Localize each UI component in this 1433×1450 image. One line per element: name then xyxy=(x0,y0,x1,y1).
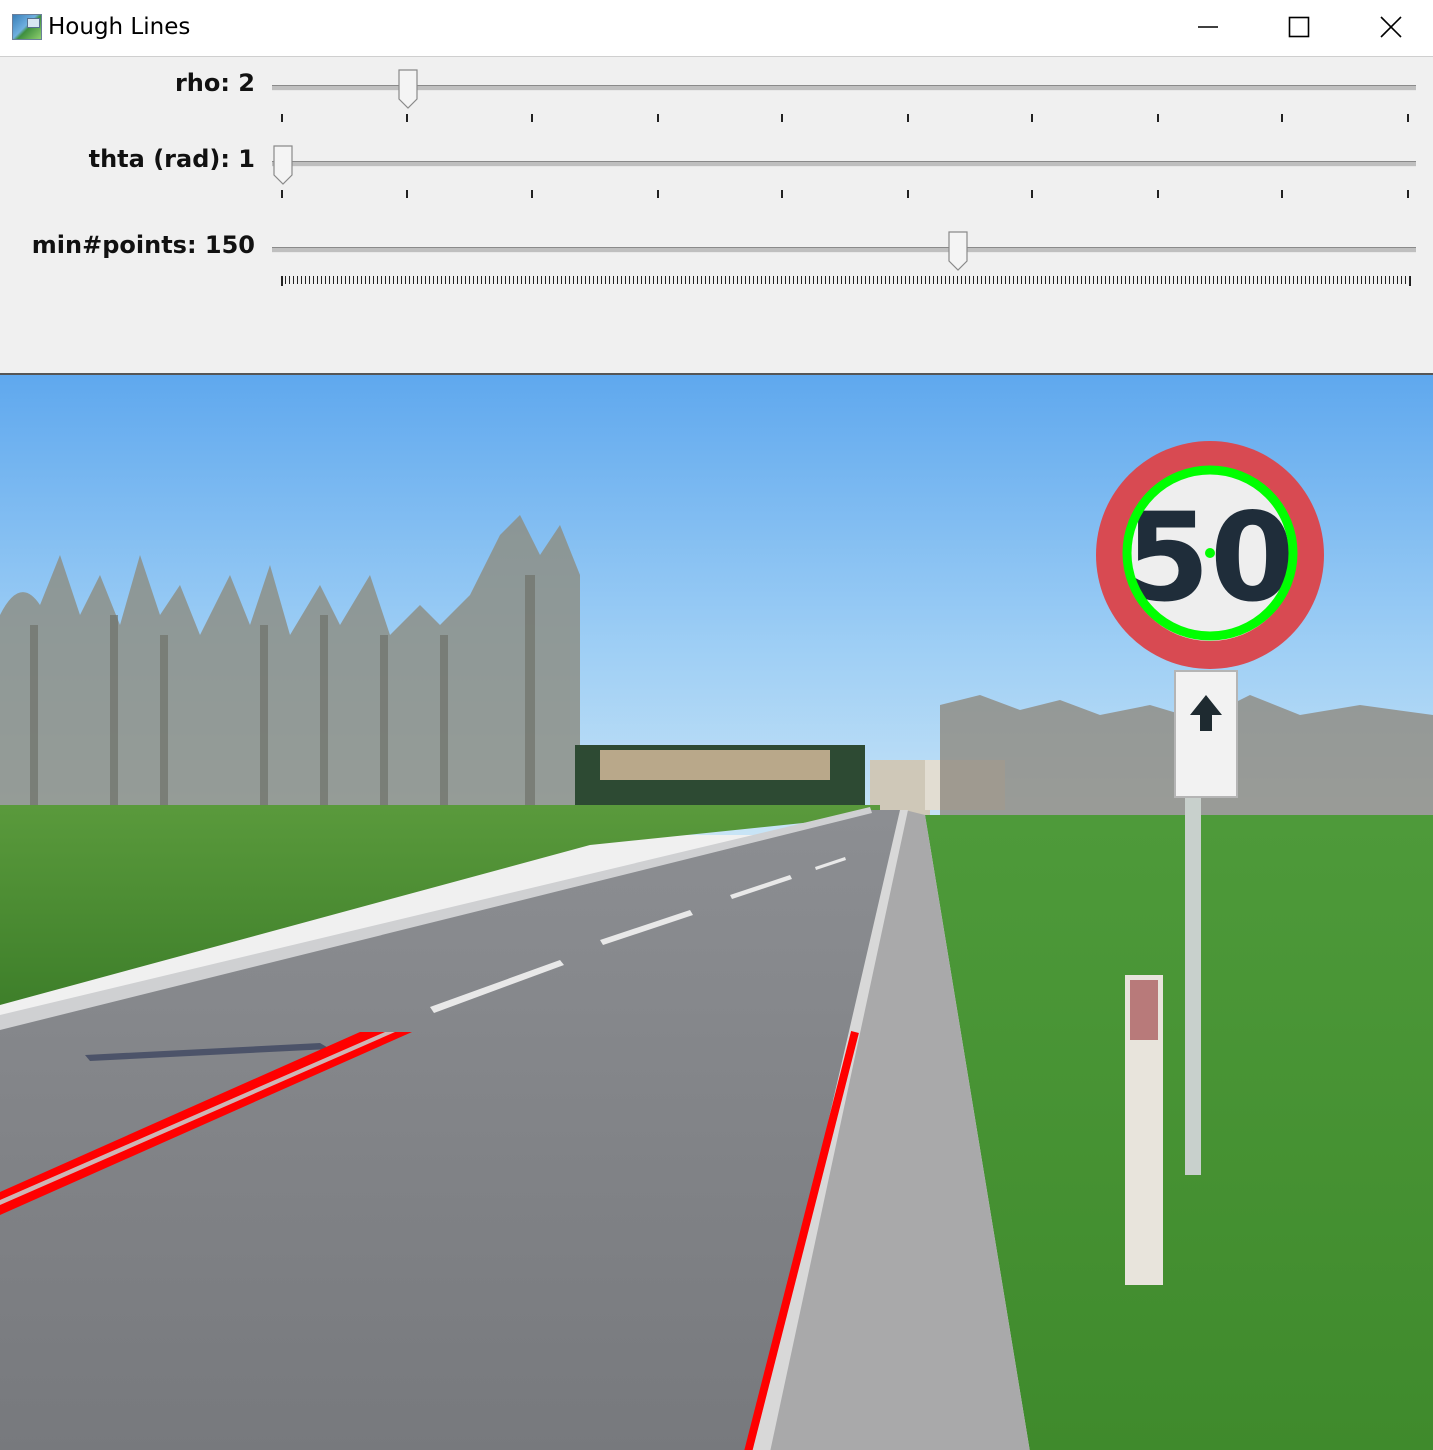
sign-pole xyxy=(1185,795,1201,1175)
min-points-ticks xyxy=(281,276,1411,286)
maximize-icon xyxy=(1288,16,1310,38)
rho-label: rho: 2 xyxy=(174,69,255,97)
min-points-label: min#points: 150 xyxy=(31,231,255,259)
rho-slider-thumb[interactable] xyxy=(398,69,418,109)
window-title: Hough Lines xyxy=(48,14,191,40)
image-display: 50 xyxy=(0,373,1433,1450)
close-button[interactable] xyxy=(1345,0,1433,54)
theta-label: thta (rad): 1 xyxy=(88,145,255,173)
rho-ticks xyxy=(281,114,1411,122)
close-icon xyxy=(1380,16,1402,38)
theta-ticks xyxy=(281,190,1411,198)
detected-circle-center xyxy=(1205,548,1215,558)
minimize-button[interactable] xyxy=(1162,0,1254,54)
minimize-icon xyxy=(1198,26,1218,28)
min-points-track[interactable] xyxy=(272,247,1416,253)
min-points-slider-thumb[interactable] xyxy=(948,231,968,271)
ahead-arrow-sign xyxy=(1174,670,1238,798)
title-bar: Hough Lines xyxy=(0,0,1433,57)
road-scene-image: 50 xyxy=(0,375,1433,1450)
trackbar-panel: rho: 2 thta (rad): 1 min#points: 150 xyxy=(0,57,1433,373)
theta-slider-thumb[interactable] xyxy=(273,145,293,185)
rho-track[interactable] xyxy=(272,85,1416,91)
maximize-button[interactable] xyxy=(1253,0,1345,54)
theta-track[interactable] xyxy=(272,161,1416,167)
app-icon xyxy=(12,14,42,40)
